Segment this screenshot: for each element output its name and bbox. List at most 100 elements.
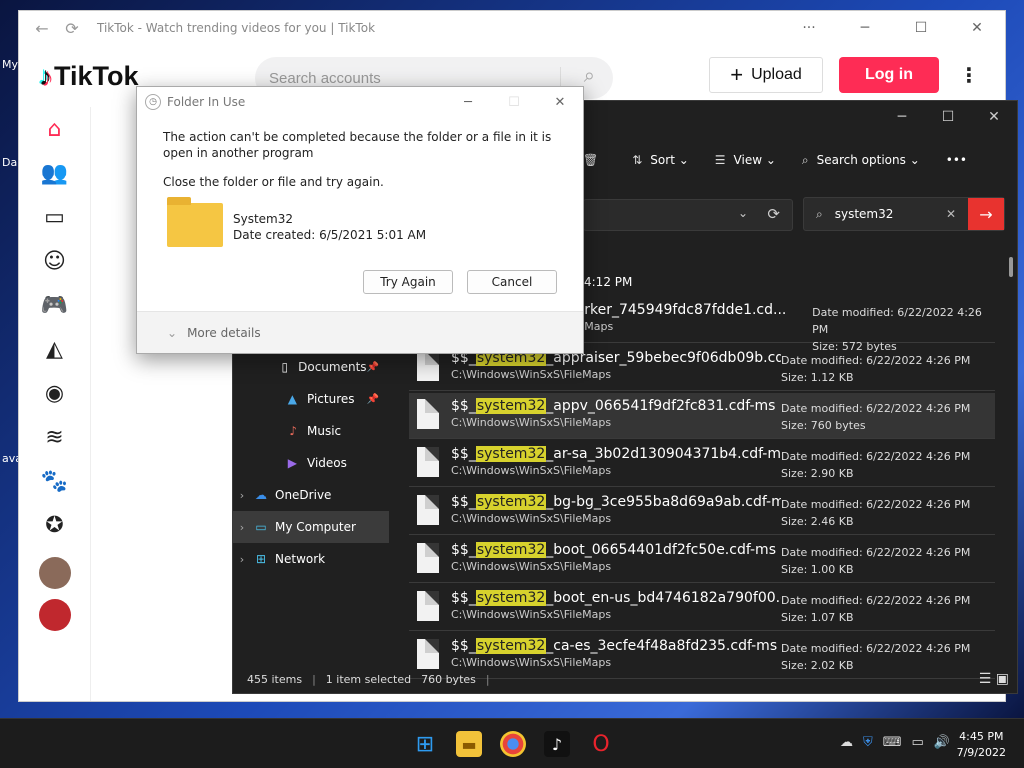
go-arrow-icon[interactable]: → [968,198,1004,230]
tiktok-icon[interactable]: ♪ [544,731,570,757]
file-name-prefix: $$_ [451,398,476,414]
list-item[interactable]: $$_system32_boot_en-us_bd4746182a790f00.… [409,585,995,631]
search-icon: ⌕ [816,206,823,221]
minimize-icon[interactable]: ─ [879,101,925,135]
more-details-toggle[interactable]: ⌄ More details [137,311,583,353]
kebab-menu-icon[interactable]: ⋮ [959,63,979,87]
tiktok-logo[interactable]: ♪ TikTok [39,61,139,92]
file-path: C:\Windows\WinSxS\FileMaps [451,368,612,381]
dialog-message: The action can't be completed because th… [163,130,552,160]
opera-icon[interactable]: O [588,731,614,757]
address-bar[interactable]: ⌄ ⟳ [583,199,793,231]
chrome-icon[interactable] [500,731,526,757]
videos-icon: ▶ [287,456,297,470]
volume-icon[interactable]: 🔊 [934,735,950,750]
home-icon[interactable]: ⌂ [19,107,90,151]
delete-button[interactable]: 🗑 [583,153,606,167]
view-label: View [733,153,763,167]
pin-icon: 📌 [366,393,379,405]
close-icon[interactable]: ✕ [971,101,1017,135]
list-item[interactable]: $$_system32_ar-sa_3b02d130904371b4.cdf-m… [409,441,995,487]
login-button[interactable]: Log in [839,57,939,93]
upload-button[interactable]: + Upload [709,57,823,93]
following-icon[interactable]: 👥 [19,151,90,195]
view-button[interactable]: ☰ View ⌄ [715,153,776,167]
beauty-icon[interactable]: ≋ [19,415,90,459]
nav-item-network[interactable]: › ⊞ Network [233,543,389,575]
system-tray: ☁ ⛨ ⌨ ▭ 🔊 [830,735,950,750]
expand-icon[interactable]: › [233,521,251,534]
list-item[interactable]: $$_system32_bg-bg_3ce955ba8d69a9ab.cdf-m… [409,489,995,535]
search-highlight: system32 [475,398,547,414]
nav-item-onedrive[interactable]: › ☁ OneDrive [233,479,389,511]
file-name-prefix: $$_ [451,446,476,462]
nav-item-my-computer[interactable]: › ▭ My Computer [233,511,389,543]
taskbar: ⊞ ▬ ♪ O ☁ ⛨ ⌨ ▭ 🔊 4:45 PM 7/9/2022 [0,718,1024,768]
file-path: C:\Windows\WinSxS\FileMaps [451,512,612,525]
close-icon[interactable]: ✕ [537,95,583,110]
network-icon[interactable]: ☁ [840,735,853,750]
nav-item-pictures[interactable]: ▲ Pictures 📌 [233,383,389,415]
avatar[interactable] [38,557,71,589]
nav-item-documents[interactable]: ▯ Documents 📌 [233,351,389,383]
cancel-button[interactable]: Cancel [467,270,557,294]
refresh-icon[interactable]: ⟳ [767,205,780,223]
more-details-label: More details [187,325,261,340]
start-icon[interactable]: ⊞ [412,731,438,757]
close-icon[interactable]: ✕ [949,20,1005,36]
more-options-icon[interactable]: ••• [946,153,967,167]
file-name-prefix: $$_ [451,590,476,606]
selection-size: 760 bytes [421,672,476,686]
animals-icon[interactable]: 🐾 [19,459,90,503]
nav-item-videos[interactable]: ▶ Videos [233,447,389,479]
gaming-icon[interactable]: 🎮 [19,283,90,327]
back-icon[interactable]: ← [27,19,57,38]
try-again-button[interactable]: Try Again [363,270,453,294]
sports-icon[interactable]: ✪ [19,503,90,547]
clear-icon[interactable]: ✕ [946,207,956,221]
display-icon[interactable]: ▭ [912,735,924,750]
refresh-icon[interactable]: ⟳ [57,19,87,38]
file-icon [417,591,439,621]
search-options-button[interactable]: ⌕ Search options ⌄ [802,153,920,168]
maximize-icon[interactable]: ☐ [925,101,971,135]
file-size: Size: 760 bytes [781,419,866,432]
expand-icon[interactable]: › [233,553,251,566]
shield-icon[interactable]: ⛨ [863,735,873,750]
dance-icon[interactable]: ◉ [19,371,90,415]
expand-icon[interactable]: › [233,489,251,502]
dialog-title: Folder In Use [167,95,246,109]
chevron-down-icon[interactable]: ⌄ [738,206,748,220]
list-item[interactable]: $$_system32_boot_06654401df2fc50e.cdf-ms… [409,537,995,583]
pin-icon: 📌 [366,361,379,373]
minimize-icon[interactable]: ─ [837,20,893,36]
maximize-icon[interactable]: ☐ [893,20,949,36]
file-name-suffix: _ca-es_3ecfe4f48a8fd235.cdf-ms [546,638,778,654]
live-icon[interactable]: ▭ [19,195,90,239]
sort-button[interactable]: ⇅ Sort ⌄ [632,153,689,167]
list-item[interactable]: $$_system32_appv_066541f9df2fc831.cdf-ms… [409,393,995,439]
comedy-icon[interactable]: ☺ [19,239,90,283]
search-box[interactable]: ⌕ system32 ✕ → [803,197,1005,231]
file-modified: Date modified: 6/22/2022 4:26 PM [781,450,971,463]
details-view-icon[interactable]: ☰ ▣ [979,671,1009,687]
folder-name: System32 [233,212,294,226]
search-icon[interactable]: ⌕ [584,65,595,88]
search-highlight: system32 [475,590,547,606]
file-name-prefix: $$_ [451,542,476,558]
explorer-toolbar: 🗑 ⇅ Sort ⌄ ☰ View ⌄ ⌕ Search options ⌄ ••• [583,145,1017,175]
file-explorer-icon[interactable]: ▬ [456,731,482,757]
nav-item-music[interactable]: ♪ Music [233,415,389,447]
keyboard-icon[interactable]: ⌨ [883,735,902,750]
clock[interactable]: 4:45 PM 7/9/2022 [957,729,1006,761]
minimize-icon[interactable]: ─ [445,95,491,110]
file-icon [417,447,439,477]
file-icon [417,495,439,525]
scrollbar-thumb[interactable] [1009,257,1013,277]
avatar[interactable] [38,599,71,631]
file-name-suffix: _ar-sa_3b02d130904371b4.cdf-ms [546,446,781,462]
food-icon[interactable]: ◭ [19,327,90,371]
more-icon[interactable]: ··· [781,20,837,36]
pictures-icon: ▲ [287,392,297,406]
tiktok-sidebar: ⌂ 👥 ▭ ☺ 🎮 ◭ ◉ ≋ 🐾 ✪ [19,107,91,701]
